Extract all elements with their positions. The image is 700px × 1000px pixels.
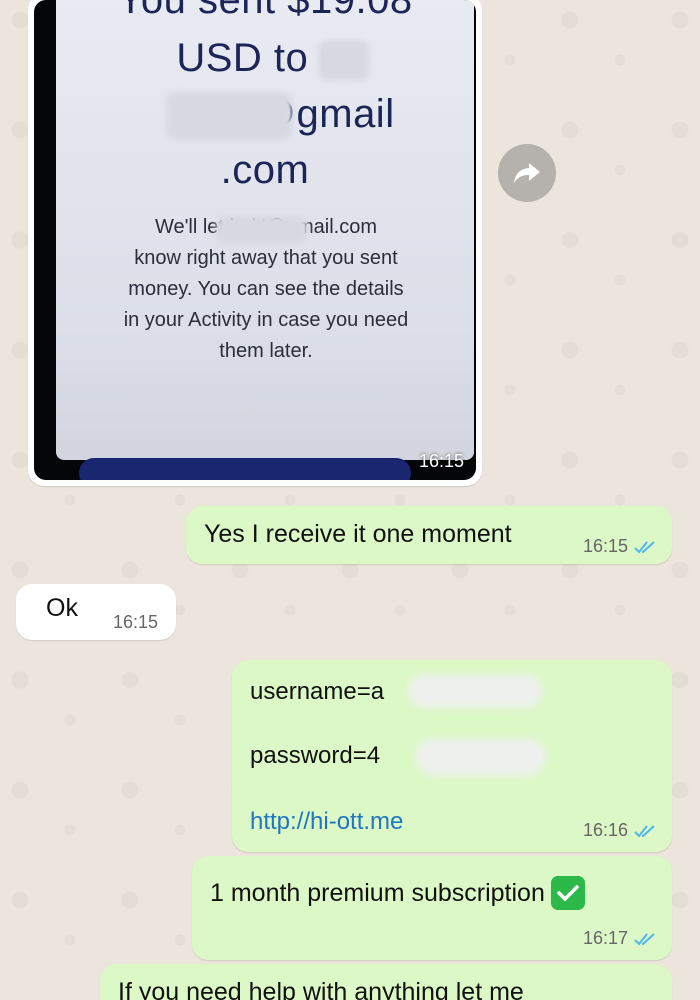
outgoing-message[interactable]: 1 month premium subscription 16:17	[192, 856, 672, 960]
message-time: 16:15	[582, 536, 628, 556]
redacted-name	[318, 40, 370, 80]
message-text: 1 month premium subscription	[210, 876, 585, 910]
message-time: 16:15	[112, 612, 158, 632]
forward-arrow-icon	[514, 163, 540, 183]
password-text: password=4	[250, 742, 381, 769]
phone-screen: You sent $19.08 USD to m @gmail .com We'…	[56, 0, 474, 460]
double-check-icon	[634, 540, 655, 553]
outgoing-message[interactable]: username=a password=4 http://hi-ott.me 1…	[232, 660, 672, 852]
message-text: If you need help with anything let me	[118, 978, 524, 1000]
message-time: 16:16	[582, 820, 628, 840]
username-text: username=a	[250, 678, 385, 705]
incoming-message[interactable]: Ok 16:15	[16, 584, 176, 640]
message-meta: 16:15	[113, 612, 158, 633]
outgoing-message[interactable]: If you need help with anything let me	[100, 964, 672, 1000]
message-text: Ok	[46, 594, 78, 622]
phone-button	[79, 458, 411, 480]
check-mark-button-icon	[550, 876, 585, 910]
image-message[interactable]: You sent $19.08 USD to m @gmail .com We'…	[28, 0, 482, 486]
redacted-username	[408, 674, 542, 708]
message-meta: 16:15	[583, 536, 656, 557]
message-time: 16:17	[582, 928, 628, 948]
redacted-email	[166, 92, 292, 140]
recipient-line: USD to m	[176, 36, 354, 80]
redacted-email-note	[216, 216, 308, 244]
email-line-2: .com	[220, 148, 310, 192]
message-time: 16:15	[418, 451, 464, 471]
payment-photo[interactable]: You sent $19.08 USD to m @gmail .com We'…	[34, 0, 476, 480]
outgoing-message[interactable]: Yes I receive it one moment 16:15	[186, 506, 672, 564]
link-text[interactable]: http://hi-ott.me	[250, 808, 403, 836]
redacted-password	[416, 738, 546, 776]
double-check-icon	[634, 932, 655, 945]
forward-button[interactable]	[498, 144, 556, 202]
sent-amount-line: You sent $19.08	[117, 0, 413, 22]
double-check-icon	[634, 824, 655, 837]
message-meta: 16:16	[583, 820, 656, 841]
message-meta: 16:17	[583, 928, 656, 949]
message-text: Yes I receive it one moment	[204, 520, 512, 548]
